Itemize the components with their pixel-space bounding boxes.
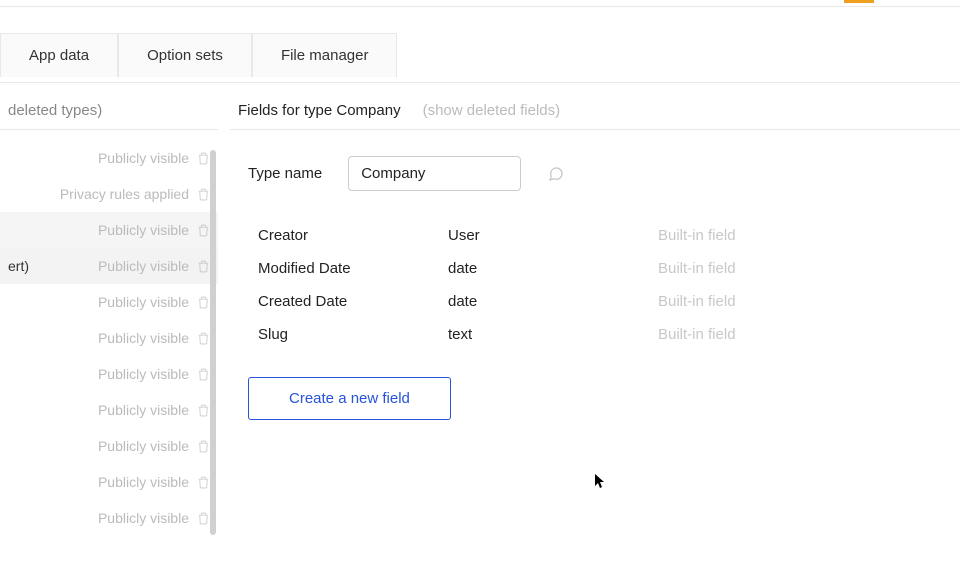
field-name: Modified Date [258, 260, 448, 277]
field-row: Creator User Built-in field [258, 219, 932, 252]
field-type: text [448, 326, 658, 343]
field-name: Slug [258, 326, 448, 343]
main-title: Fields for type Company [238, 102, 401, 119]
trash-icon[interactable] [197, 403, 210, 418]
field-type: date [448, 293, 658, 310]
visibility-label: Publicly visible [98, 402, 189, 418]
field-row: Modified Date date Built-in field [258, 252, 932, 285]
trash-icon[interactable] [197, 439, 210, 454]
field-name: Creator [258, 227, 448, 244]
field-row: Slug text Built-in field [258, 318, 932, 351]
sidebar: deleted types) Publicly visible Privacy … [0, 92, 218, 588]
trash-icon[interactable] [197, 187, 210, 202]
type-row[interactable]: Privacy rules applied [0, 176, 218, 212]
field-builtin-label: Built-in field [658, 293, 736, 310]
visibility-label: Publicly visible [98, 330, 189, 346]
show-deleted-fields[interactable]: (show deleted fields) [423, 102, 561, 119]
visibility-label: Publicly visible [98, 150, 189, 166]
type-row[interactable]: Publicly visible [0, 320, 218, 356]
field-builtin-label: Built-in field [658, 260, 736, 277]
tab-app-data[interactable]: App data [0, 33, 118, 77]
scrollbar[interactable] [210, 150, 216, 535]
trash-icon[interactable] [197, 367, 210, 382]
tab-file-manager[interactable]: File manager [252, 33, 398, 77]
visibility-label: Publicly visible [98, 294, 189, 310]
type-list: Publicly visible Privacy rules applied P… [0, 140, 218, 536]
type-row[interactable]: Publicly visible [0, 212, 218, 248]
trash-icon[interactable] [197, 331, 210, 346]
visibility-label: Publicly visible [98, 510, 189, 526]
trash-icon[interactable] [197, 475, 210, 490]
type-row[interactable]: Publicly visible [0, 140, 218, 176]
create-field-button[interactable]: Create a new field [248, 377, 451, 420]
type-row[interactable]: Publicly visible [0, 464, 218, 500]
visibility-label: Publicly visible [98, 366, 189, 382]
field-type: User [448, 227, 658, 244]
visibility-label: Publicly visible [98, 474, 189, 490]
sidebar-header-deleted-types[interactable]: deleted types) [8, 102, 102, 119]
comment-icon[interactable] [547, 166, 565, 182]
tab-option-sets[interactable]: Option sets [118, 33, 252, 77]
type-row[interactable]: ert) Publicly visible [0, 248, 218, 284]
trash-icon[interactable] [197, 151, 210, 166]
type-name: ert) [8, 258, 29, 274]
type-row[interactable]: Publicly visible [0, 356, 218, 392]
tabs: App data Option sets File manager [0, 33, 397, 77]
main-area: Fields for type Company (show deleted fi… [230, 92, 960, 588]
field-builtin-label: Built-in field [658, 326, 736, 343]
trash-icon[interactable] [197, 223, 210, 238]
type-name-input[interactable] [348, 156, 521, 191]
type-row[interactable]: Publicly visible [0, 500, 218, 536]
trash-icon[interactable] [197, 259, 210, 274]
visibility-label: Privacy rules applied [60, 186, 189, 202]
visibility-label: Publicly visible [98, 258, 189, 274]
fields-table: Creator User Built-in field Modified Dat… [230, 219, 960, 351]
field-type: date [448, 260, 658, 277]
trash-icon[interactable] [197, 295, 210, 310]
type-row[interactable]: Publicly visible [0, 284, 218, 320]
field-builtin-label: Built-in field [658, 227, 736, 244]
field-name: Created Date [258, 293, 448, 310]
visibility-label: Publicly visible [98, 222, 189, 238]
type-row[interactable]: Publicly visible [0, 428, 218, 464]
type-name-label: Type name [248, 165, 322, 182]
type-row[interactable]: Publicly visible [0, 392, 218, 428]
visibility-label: Publicly visible [98, 438, 189, 454]
field-row: Created Date date Built-in field [258, 285, 932, 318]
trash-icon[interactable] [197, 511, 210, 526]
